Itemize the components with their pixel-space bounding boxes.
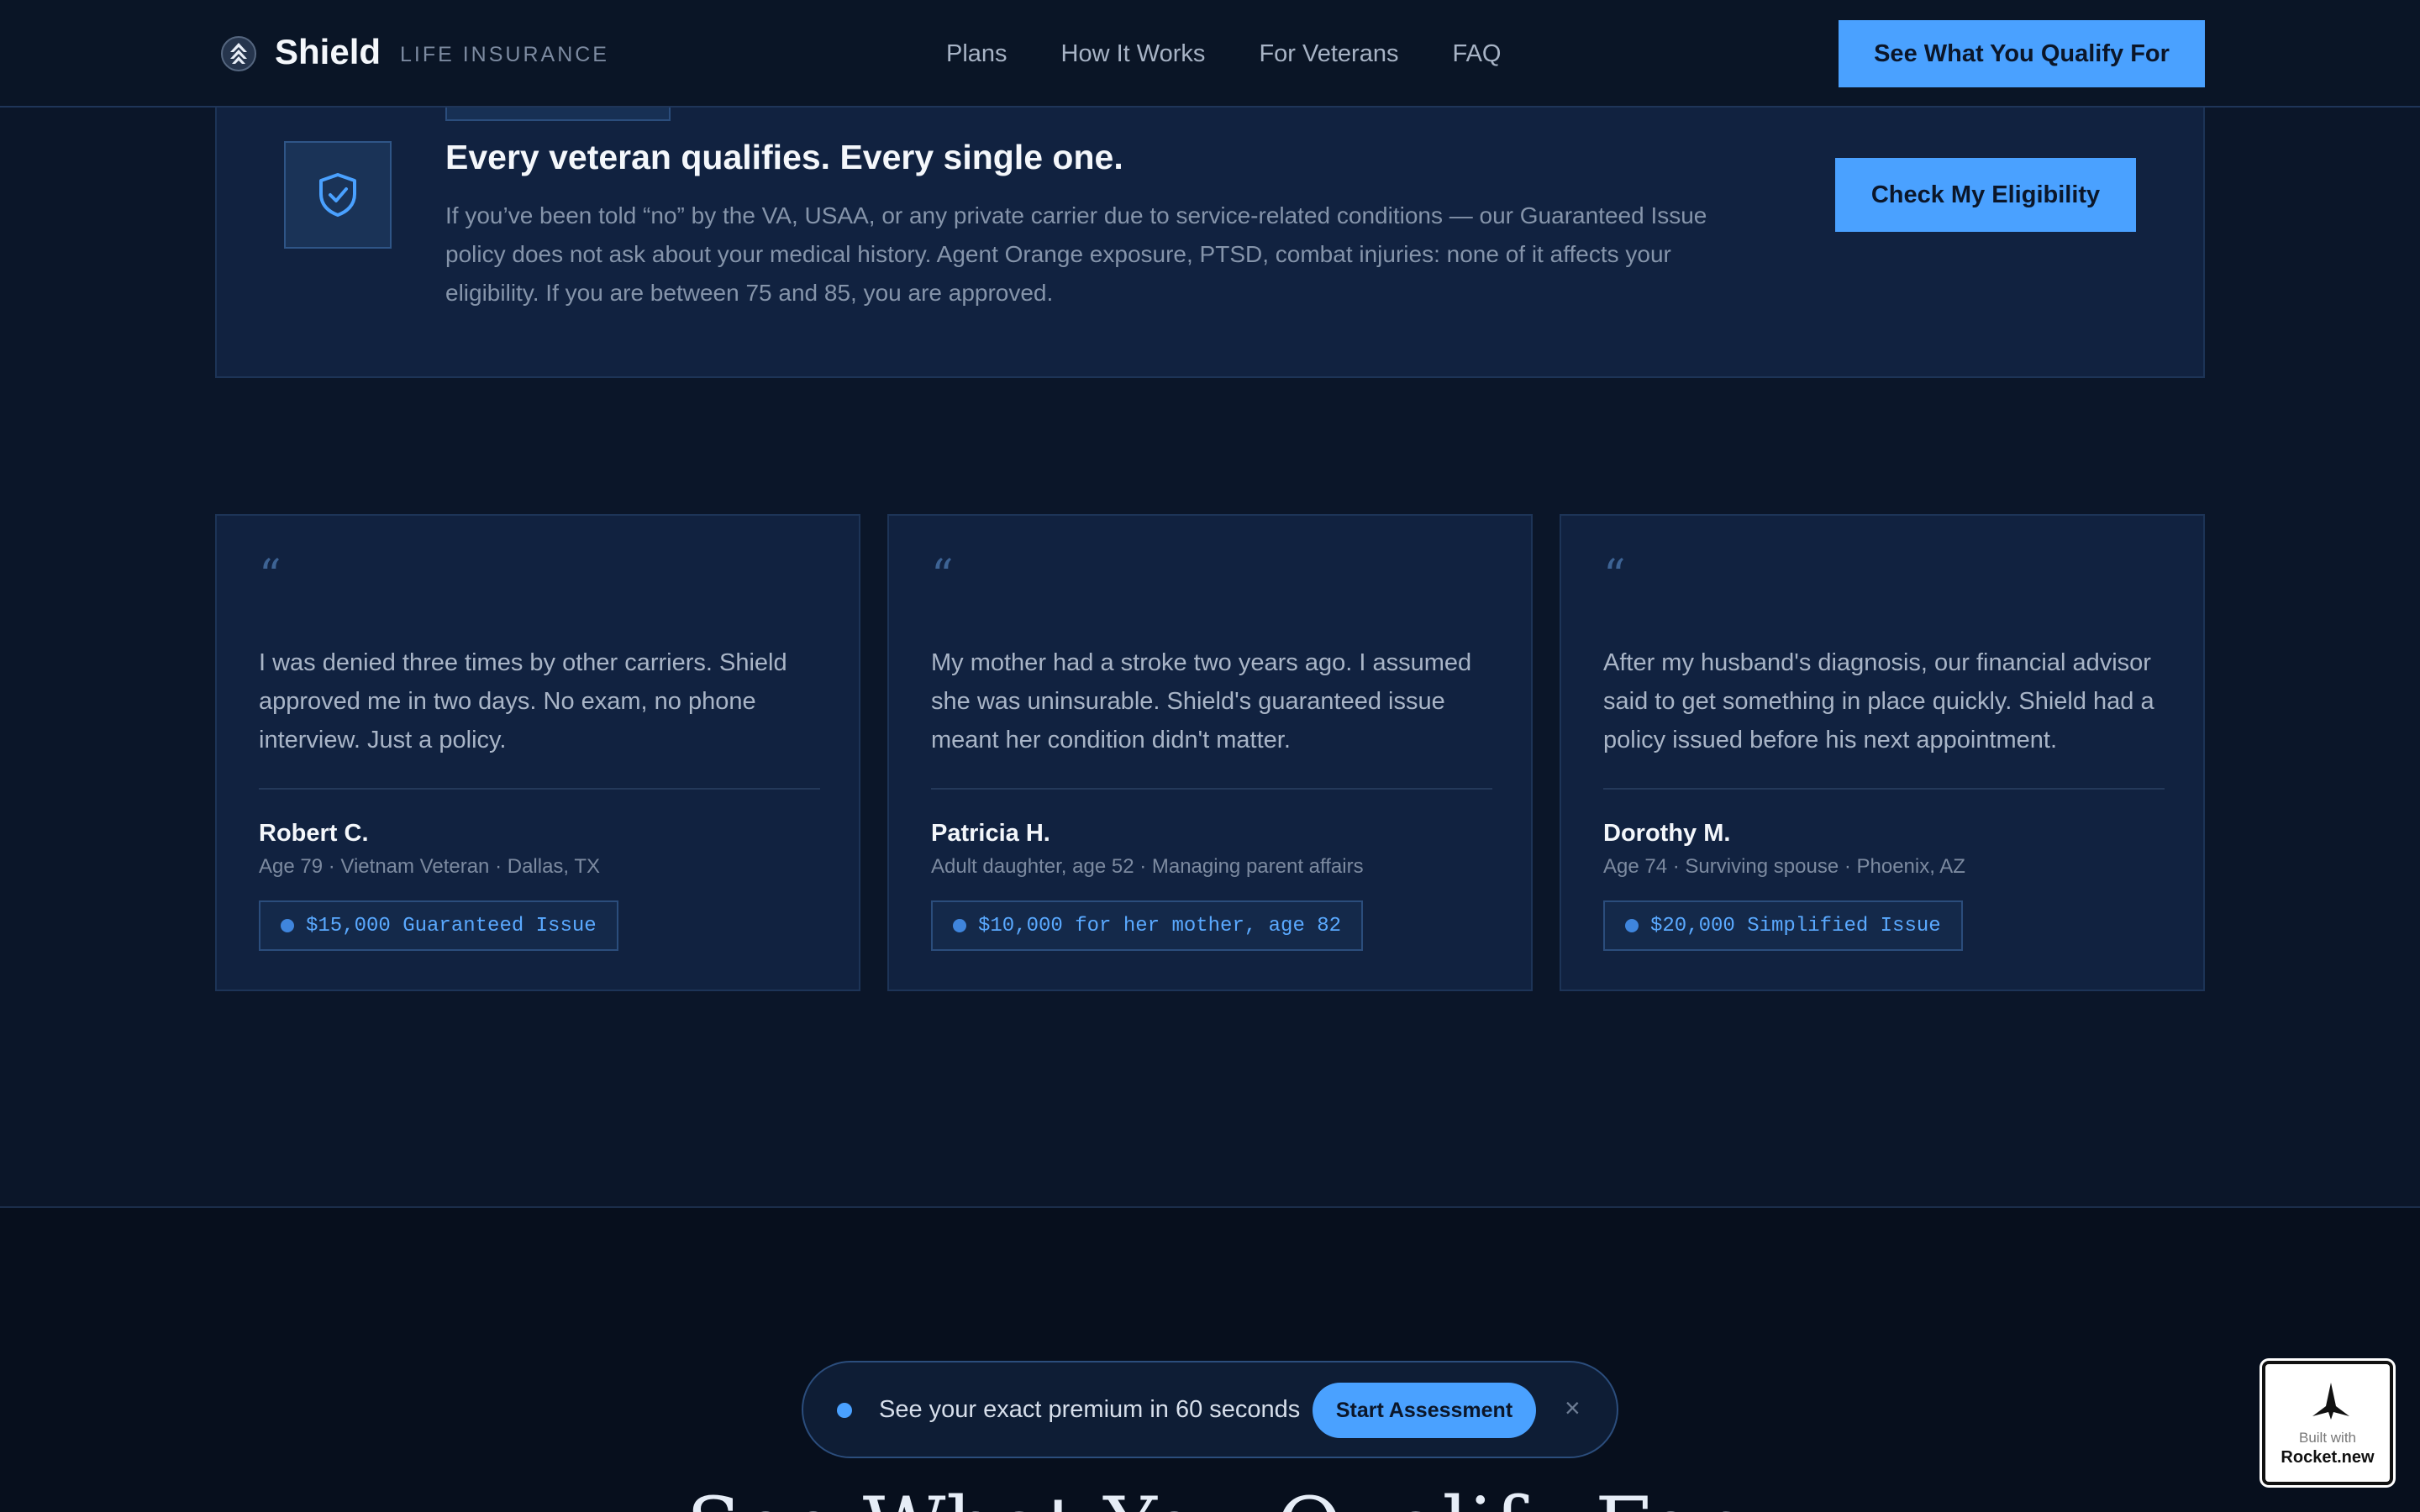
assessment-floating-bar: See your exact premium in 60 seconds Sta… [802, 1361, 1618, 1458]
testimonial-card: “ I was denied three times by other carr… [215, 514, 860, 991]
testimonial-card: “ After my husband's diagnosis, our fina… [1560, 514, 2205, 991]
shield-check-icon [284, 141, 392, 249]
nav-plans[interactable]: Plans [946, 40, 1007, 68]
rocket-badge-brand-text: Rocket.new [2281, 1448, 2375, 1467]
nav-for-veterans[interactable]: For Veterans [1259, 40, 1398, 68]
qualify-heading: See What You Qualify For [0, 1480, 2420, 1512]
quote-icon: “ [931, 551, 954, 601]
coverage-badge: $10,000 for her mother, age 82 [931, 900, 1364, 951]
brand-name[interactable]: Shield [275, 32, 381, 72]
quote-icon: “ [1603, 551, 1626, 601]
testimonial-meta: Adult daughter, age 52 · Managing parent… [931, 855, 1364, 878]
rocket-badge-small-text: Built with [2298, 1430, 2357, 1446]
testimonial-name: Robert C. [259, 820, 369, 847]
coverage-badge: $20,000 Simplified Issue [1603, 900, 1963, 951]
site-header: Shield LIFE INSURANCE Plans How It Works… [0, 0, 2420, 108]
testimonial-name: Dorothy M. [1603, 820, 1731, 847]
rocket-logo-icon [2312, 1383, 2349, 1420]
coverage-badge: $15,000 Guaranteed Issue [259, 900, 618, 951]
built-with-rocket-badge[interactable]: Built with Rocket.new [2262, 1361, 2393, 1485]
see-what-you-qualify-button[interactable]: See What You Qualify For [1839, 20, 2205, 87]
divider [931, 788, 1492, 790]
divider [1603, 788, 2165, 790]
veteran-description: If you’ve been told “no” by the VA, USAA… [445, 202, 1707, 306]
floating-bar-text: See your exact premium in 60 seconds [879, 1396, 1301, 1423]
testimonial-meta: Age 74 · Surviving spouse · Phoenix, AZ [1603, 855, 1965, 878]
nav-how-it-works[interactable]: How It Works [1061, 40, 1206, 68]
main-nav: Plans How It Works For Veterans FAQ [946, 40, 1501, 68]
testimonial-quote: After my husband's diagnosis, our financ… [1603, 649, 2154, 753]
badge-dot-icon [281, 919, 294, 932]
testimonial-meta: Age 79 · Vietnam Veteran · Dallas, TX [259, 855, 600, 878]
page: Every veteran qualifies. Every single on… [0, 0, 2420, 1512]
start-assessment-button[interactable]: Start Assessment [1313, 1383, 1536, 1438]
coverage-badge-label: $15,000 Guaranteed Issue [306, 914, 597, 937]
testimonial-quote: My mother had a stroke two years ago. I … [931, 649, 1472, 753]
shield-logo-icon [221, 36, 256, 71]
status-dot-icon [837, 1403, 852, 1418]
veteran-title: Every veteran qualifies. Every single on… [445, 138, 1123, 176]
qualify-section [0, 1206, 2420, 1512]
divider [259, 788, 820, 790]
testimonial-name: Patricia H. [931, 820, 1050, 847]
nav-faq[interactable]: FAQ [1452, 40, 1501, 68]
quote-icon: “ [259, 551, 281, 601]
coverage-badge-label: $10,000 for her mother, age 82 [978, 914, 1342, 937]
check-eligibility-button[interactable]: Check My Eligibility [1835, 158, 2136, 232]
testimonial-card: “ My mother had a stroke two years ago. … [887, 514, 1533, 991]
close-icon[interactable]: × [1565, 1393, 1581, 1424]
badge-dot-icon [1625, 919, 1639, 932]
coverage-badge-label: $20,000 Simplified Issue [1650, 914, 1941, 937]
brand-tagline: LIFE INSURANCE [400, 43, 609, 66]
testimonial-quote: I was denied three times by other carrie… [259, 649, 787, 753]
badge-dot-icon [953, 919, 966, 932]
